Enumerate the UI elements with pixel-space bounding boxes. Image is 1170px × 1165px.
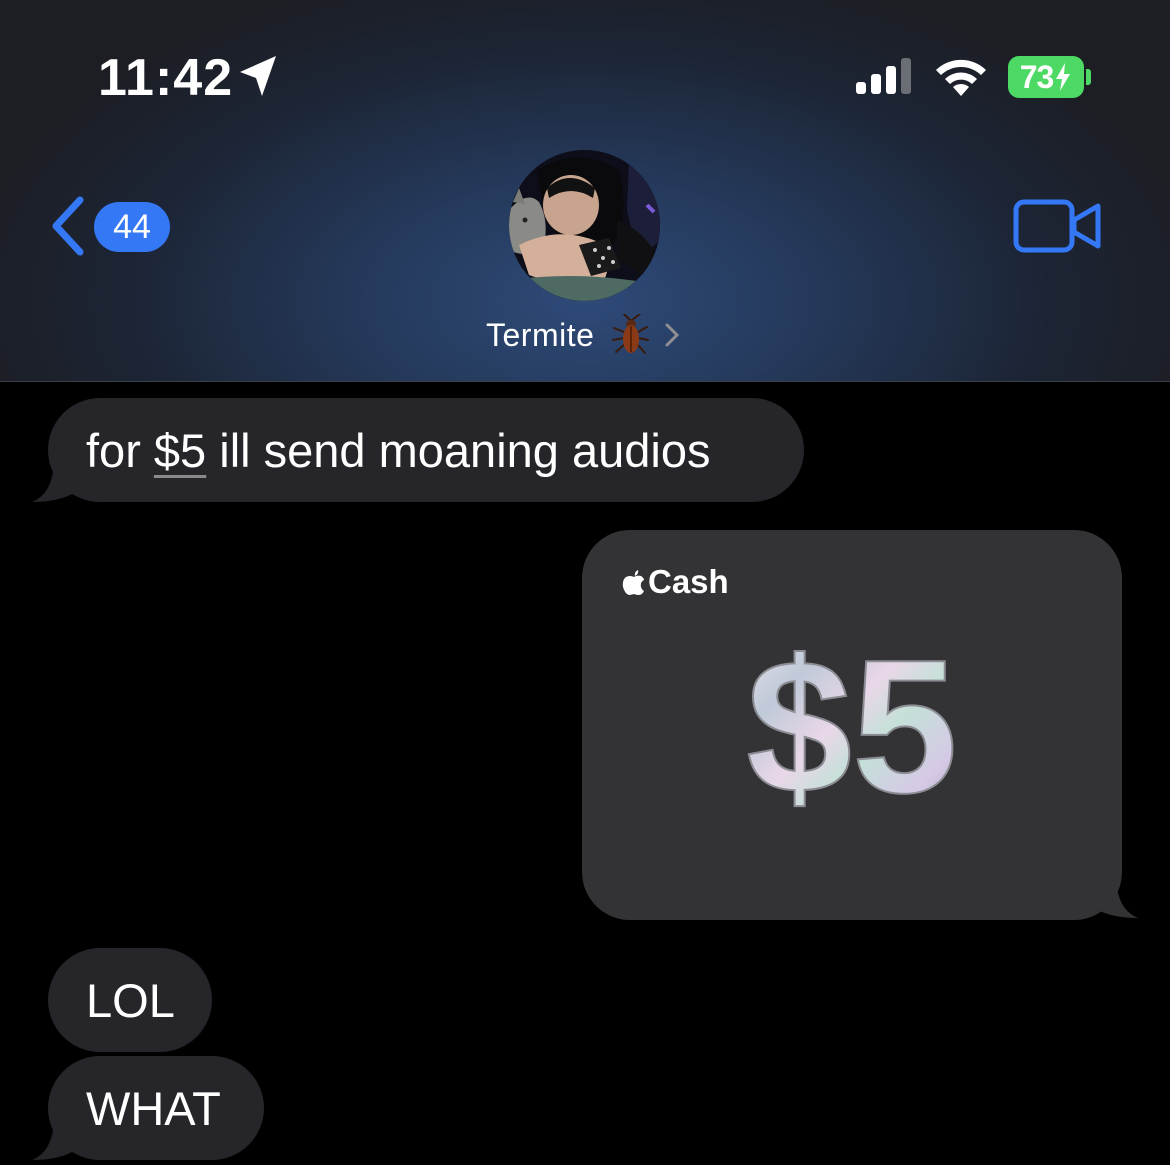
message-text-part: ill send moaning audios bbox=[206, 423, 711, 477]
status-time: 11:42 bbox=[98, 49, 234, 107]
battery-level: 73 bbox=[1019, 58, 1055, 95]
battery-icon: 73 bbox=[1008, 56, 1084, 98]
conversation-header: 11:42 73 44 Termite bbox=[0, 0, 1170, 382]
cash-amount-text: $5 bbox=[746, 640, 957, 810]
avatar-photo bbox=[509, 150, 660, 301]
messages-screen: 11:42 73 44 Termite for $5 ill send moan… bbox=[0, 0, 1170, 1165]
contact-avatar[interactable] bbox=[509, 150, 660, 301]
facetime-video-button[interactable] bbox=[1012, 196, 1104, 256]
message-text: WHAT bbox=[86, 1081, 221, 1135]
chevron-left-icon bbox=[52, 196, 84, 256]
location-arrow-icon bbox=[240, 56, 276, 96]
message-text-part: for bbox=[86, 423, 154, 477]
cash-amount-display: $5 bbox=[745, 640, 958, 810]
battery-cap bbox=[1086, 69, 1091, 85]
contact-name: Termite bbox=[486, 316, 595, 353]
cockroach-icon bbox=[612, 314, 650, 354]
back-button[interactable]: 44 bbox=[44, 190, 174, 262]
message-text: LOL bbox=[86, 973, 175, 1027]
message-bubble-incoming[interactable]: LOL bbox=[48, 948, 212, 1052]
chevron-right-icon bbox=[665, 323, 680, 347]
apple-logo-icon bbox=[622, 570, 644, 595]
wifi-icon bbox=[936, 59, 986, 96]
unread-count-badge: 44 bbox=[94, 202, 170, 252]
apple-cash-payment[interactable]: Cash $5 bbox=[582, 530, 1122, 920]
cellular-signal-icon bbox=[856, 58, 911, 94]
charging-bolt-icon bbox=[1056, 63, 1071, 91]
contact-info-button[interactable]: Termite bbox=[486, 312, 680, 358]
message-text: for $5 ill send moaning audios bbox=[48, 423, 710, 478]
message-bubble-incoming[interactable]: for $5 ill send moaning audios bbox=[48, 398, 804, 502]
message-bubble-incoming[interactable]: WHAT bbox=[48, 1056, 264, 1160]
money-amount-link[interactable]: $5 bbox=[154, 424, 206, 477]
apple-cash-logo: Cash bbox=[622, 560, 729, 604]
cash-label: Cash bbox=[648, 563, 729, 600]
